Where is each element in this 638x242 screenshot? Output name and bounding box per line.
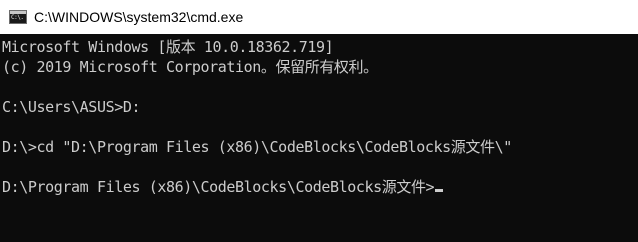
text-cursor	[435, 189, 444, 192]
title-bar[interactable]: C:\. C:\WINDOWS\system32\cmd.exe	[0, 0, 638, 34]
cmd-window: C:\. C:\WINDOWS\system32\cmd.exe Microso…	[0, 0, 638, 242]
console-line-change-drive: C:\Users\ASUS>D:	[2, 98, 141, 116]
cmd-prompt-icon[interactable]: C:\.	[9, 10, 27, 24]
console-line-version: Microsoft Windows [版本 10.0.18362.719]	[2, 38, 334, 56]
window-title: C:\WINDOWS\system32\cmd.exe	[34, 9, 244, 25]
console-line-copyright: (c) 2019 Microsoft Corporation。保留所有权利。	[2, 58, 378, 76]
console-line-current-prompt[interactable]: D:\Program Files (x86)\CodeBlocks\CodeBl…	[2, 177, 444, 197]
console-output[interactable]: Microsoft Windows [版本 10.0.18362.719] (c…	[0, 34, 638, 242]
console-line-cd-command: D:\>cd "D:\Program Files (x86)\CodeBlock…	[2, 138, 512, 156]
prompt-text: D:\Program Files (x86)\CodeBlocks\CodeBl…	[2, 178, 435, 196]
icon-prompt-glyph: C:\.	[11, 14, 24, 21]
